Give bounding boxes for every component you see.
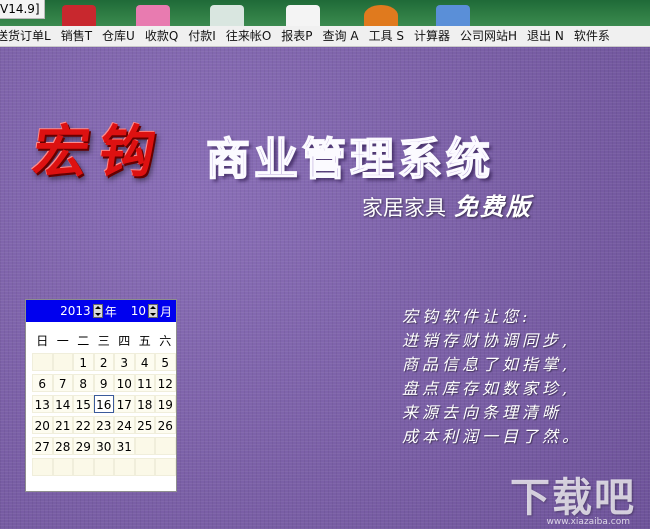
calendar-day[interactable]: 12: [155, 374, 176, 392]
calendar-day[interactable]: 28: [52, 437, 73, 455]
calendar-widget[interactable]: 2013 年 10 月 日一二三四五六 1 2 3 4 5 6 7 8 9 10 11 12 13 14 15…: [25, 299, 177, 492]
calendar-day[interactable]: 9: [93, 374, 114, 392]
year-spinner[interactable]: [92, 304, 103, 318]
calendar-empty-cell: [114, 458, 135, 476]
calendar-empty-cell: [73, 458, 94, 476]
calendar-day[interactable]: 8: [73, 374, 94, 392]
menu-item[interactable]: 退出 N: [523, 26, 570, 46]
calendar-day[interactable]: 30: [93, 437, 114, 455]
calendar-header: 2013 年 10 月: [26, 300, 176, 322]
calendar-day[interactable]: 21: [52, 416, 73, 434]
main-panel: 宏钩 商业管理系统 家居家具 免费版 2013 年 10 月 日一二三四五六123…: [0, 47, 650, 529]
desktop-app-icon: [364, 5, 398, 26]
desktop-strip: V14.9]: [0, 0, 650, 26]
calendar-day[interactable]: 27: [32, 437, 53, 455]
menu-item[interactable]: 查询 A: [319, 26, 365, 46]
calendar-weekday: 二: [77, 334, 90, 348]
calendar-day[interactable]: 25: [134, 416, 155, 434]
calendar-weekday: 日: [36, 334, 49, 348]
watermark-logo: 下载吧: [510, 475, 636, 521]
poem-line: 盘点库存如数家珍,: [402, 379, 572, 398]
calendar-weekday: 一: [56, 334, 69, 348]
calendar-weekday: 三: [97, 334, 110, 348]
calendar-day[interactable]: 4: [134, 353, 155, 371]
calendar-empty-cell: [134, 437, 155, 455]
calendar-day[interactable]: 3: [114, 353, 135, 371]
calendar-year: 2013: [60, 304, 91, 318]
calendar-weekday: 四: [118, 334, 131, 348]
calendar-day[interactable]: 24: [114, 416, 135, 434]
calendar-day[interactable]: 18: [134, 395, 155, 413]
desktop-app-icon: [136, 5, 170, 26]
poem-line: 进销存财协调同步,: [402, 331, 572, 350]
menu-item[interactable]: 仓库U: [98, 26, 141, 46]
calendar-day[interactable]: 14: [52, 395, 73, 413]
calendar-day[interactable]: 29: [73, 437, 94, 455]
calendar-day[interactable]: 10: [114, 374, 135, 392]
menu-item[interactable]: 送货订单L: [0, 26, 57, 46]
menu-item[interactable]: 报表P: [277, 26, 318, 46]
edition-label: 家居家具 免费版: [362, 187, 532, 222]
calendar-empty-cell: [32, 458, 53, 476]
calendar-day[interactable]: 1: [73, 353, 94, 371]
calendar-day[interactable]: 26: [155, 416, 176, 434]
calendar-month: 10: [130, 304, 146, 318]
calendar-day[interactable]: 31: [114, 437, 135, 455]
menu-item[interactable]: 软件系: [570, 26, 616, 46]
calendar-empty-cell: [155, 458, 176, 476]
poem-line: 宏钩软件让您:: [402, 307, 532, 326]
calendar-empty-cell: [134, 458, 155, 476]
calendar-day[interactable]: 5: [155, 353, 176, 371]
edition-name: 家居家具: [362, 196, 446, 220]
month-spinner[interactable]: [147, 304, 158, 318]
calendar-empty-cell: [155, 437, 176, 455]
desktop-app-icon: [62, 5, 96, 26]
calendar-empty-cell: [52, 353, 73, 371]
calendar-day[interactable]: 2: [93, 353, 114, 371]
calendar-day[interactable]: 23: [93, 416, 114, 434]
calendar-weekday: 六: [159, 334, 172, 348]
menu-item[interactable]: 公司网站H: [456, 26, 523, 46]
brand-logo: 宏钩: [28, 119, 171, 185]
calendar-month-suffix: 月: [159, 304, 172, 319]
calendar-day[interactable]: 22: [73, 416, 94, 434]
calendar-weekday: 五: [138, 334, 151, 348]
window-title: V14.9]: [0, 0, 45, 19]
calendar-day[interactable]: 11: [134, 374, 155, 392]
calendar-day[interactable]: 6: [32, 374, 53, 392]
poem-line: 成本利润一目了然。: [402, 427, 583, 446]
calendar-grid: 日一二三四五六 1 2 3 4 5 6 7 8 9 10 11 12 13 14 15 16 17 18 19 20 21…: [26, 322, 176, 476]
calendar-day[interactable]: 20: [32, 416, 53, 434]
menu-item[interactable]: 计算器: [410, 26, 456, 46]
desktop-app-icon: [436, 5, 470, 26]
calendar-empty-cell: [32, 353, 53, 371]
slogan-poem: 宏钩软件让您: 进销存财协调同步, 商品信息了如指掌, 盘点库存如数家珍, 来源去向条理…: [402, 305, 582, 449]
calendar-empty-cell: [93, 458, 114, 476]
menu-item[interactable]: 往来帐O: [222, 26, 277, 46]
desktop-app-icon: [210, 5, 244, 26]
desktop-app-icon: [286, 5, 320, 26]
calendar-day[interactable]: 13: [32, 395, 53, 413]
calendar-year-suffix: 年: [104, 304, 117, 319]
menu-item[interactable]: 付款I: [184, 26, 222, 46]
menu-item[interactable]: 收款Q: [141, 26, 184, 46]
menu-item[interactable]: 工具 S: [365, 26, 410, 46]
watermark-url: www.xiazaiba.com: [546, 517, 630, 527]
free-edition-label: 免费版: [454, 192, 532, 221]
calendar-day[interactable]: 19: [155, 395, 176, 413]
calendar-day[interactable]: 15: [73, 395, 94, 413]
poem-line: 商品信息了如指掌,: [402, 355, 572, 374]
poem-line: 来源去向条理清晰: [402, 403, 563, 422]
app-title: 商业管理系统: [205, 133, 494, 186]
menu-item[interactable]: 销售T: [57, 26, 98, 46]
calendar-day[interactable]: 17: [114, 395, 135, 413]
calendar-day[interactable]: 16: [93, 395, 114, 413]
calendar-empty-cell: [52, 458, 73, 476]
menu-bar: 送货订单L 销售T 仓库U 收款Q 付款I 往来帐O 报表P 查询 A 工具 S 计算器 公司网站H…: [0, 26, 650, 47]
calendar-day[interactable]: 7: [52, 374, 73, 392]
